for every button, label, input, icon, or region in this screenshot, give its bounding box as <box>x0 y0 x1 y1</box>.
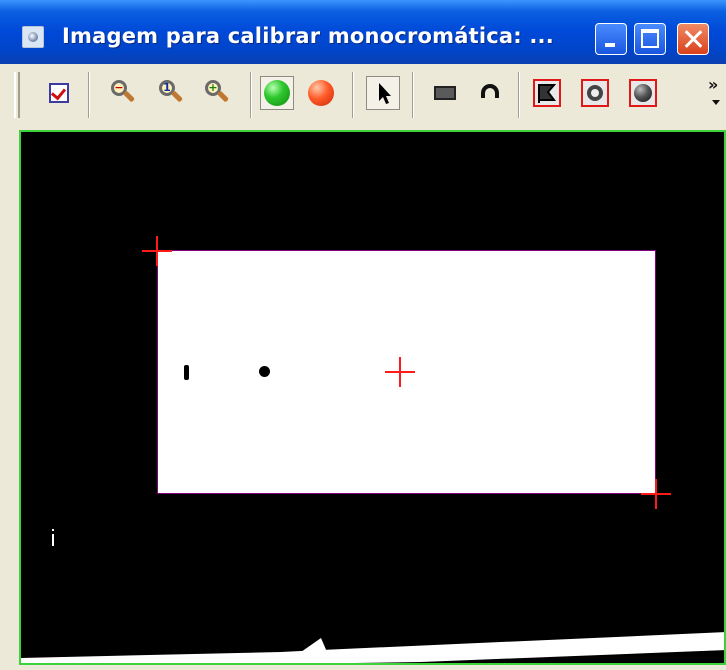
title-bar[interactable]: Imagem para calibrar monocromática: ... <box>0 0 726 64</box>
ring-icon <box>587 85 603 101</box>
start-button[interactable] <box>260 76 294 110</box>
green-circle-icon <box>264 80 290 106</box>
calibration-mark-left <box>184 365 189 380</box>
toolbar-separator <box>518 72 520 118</box>
stop-button[interactable] <box>306 78 336 108</box>
toolbar-separator <box>352 72 354 118</box>
app-icon[interactable] <box>22 26 44 48</box>
minimize-button[interactable] <box>595 23 627 55</box>
rectangle-tool-button[interactable] <box>430 78 460 108</box>
tool-frame <box>533 79 561 107</box>
arc-icon <box>481 84 499 98</box>
select-button[interactable] <box>366 76 400 110</box>
magnifier-handle <box>170 90 184 103</box>
close-button[interactable] <box>677 23 709 55</box>
checklist-icon <box>49 83 69 103</box>
crosshair-top-left[interactable] <box>142 236 172 266</box>
ball-tool-button[interactable] <box>628 78 658 108</box>
calibration-mark-dot <box>259 366 270 377</box>
ring-tool-button[interactable] <box>580 78 610 108</box>
pointer-arrow-icon <box>379 83 391 104</box>
chevron-down-icon[interactable] <box>712 100 720 105</box>
tool-frame <box>581 79 609 107</box>
zoom-in-button[interactable]: + <box>202 78 232 108</box>
tool-frame <box>629 79 657 107</box>
image-canvas[interactable] <box>19 130 726 665</box>
magnifier-handle <box>216 90 230 103</box>
rectangle-icon <box>434 86 456 100</box>
toolbar-separator <box>88 72 90 118</box>
flag-icon <box>538 84 557 103</box>
window-title: Imagem para calibrar monocromática: ... <box>62 24 554 48</box>
magnifier-handle <box>122 90 136 103</box>
toolbar: − 1 + » <box>0 64 726 130</box>
flag-tool-button[interactable] <box>532 78 562 108</box>
bottom-white-stripe <box>21 622 724 663</box>
red-circle-icon <box>308 80 334 106</box>
toolbar-overflow-button[interactable]: » <box>708 77 718 93</box>
toolbar-grip[interactable] <box>14 72 20 118</box>
ball-icon <box>634 84 652 102</box>
calibration-window: Imagem para calibrar monocromática: ... … <box>0 0 726 670</box>
toolbar-separator <box>250 72 252 118</box>
crosshair-center[interactable] <box>385 357 415 387</box>
noise-speck <box>52 529 54 546</box>
toolbar-separator <box>412 72 414 118</box>
arc-tool-button[interactable] <box>476 78 506 108</box>
check-tool-button[interactable] <box>44 78 74 108</box>
zoom-1-button[interactable]: 1 <box>156 78 186 108</box>
zoom-out-button[interactable]: − <box>108 78 138 108</box>
maximize-button[interactable] <box>634 23 666 55</box>
crosshair-bottom-right[interactable] <box>641 479 671 509</box>
